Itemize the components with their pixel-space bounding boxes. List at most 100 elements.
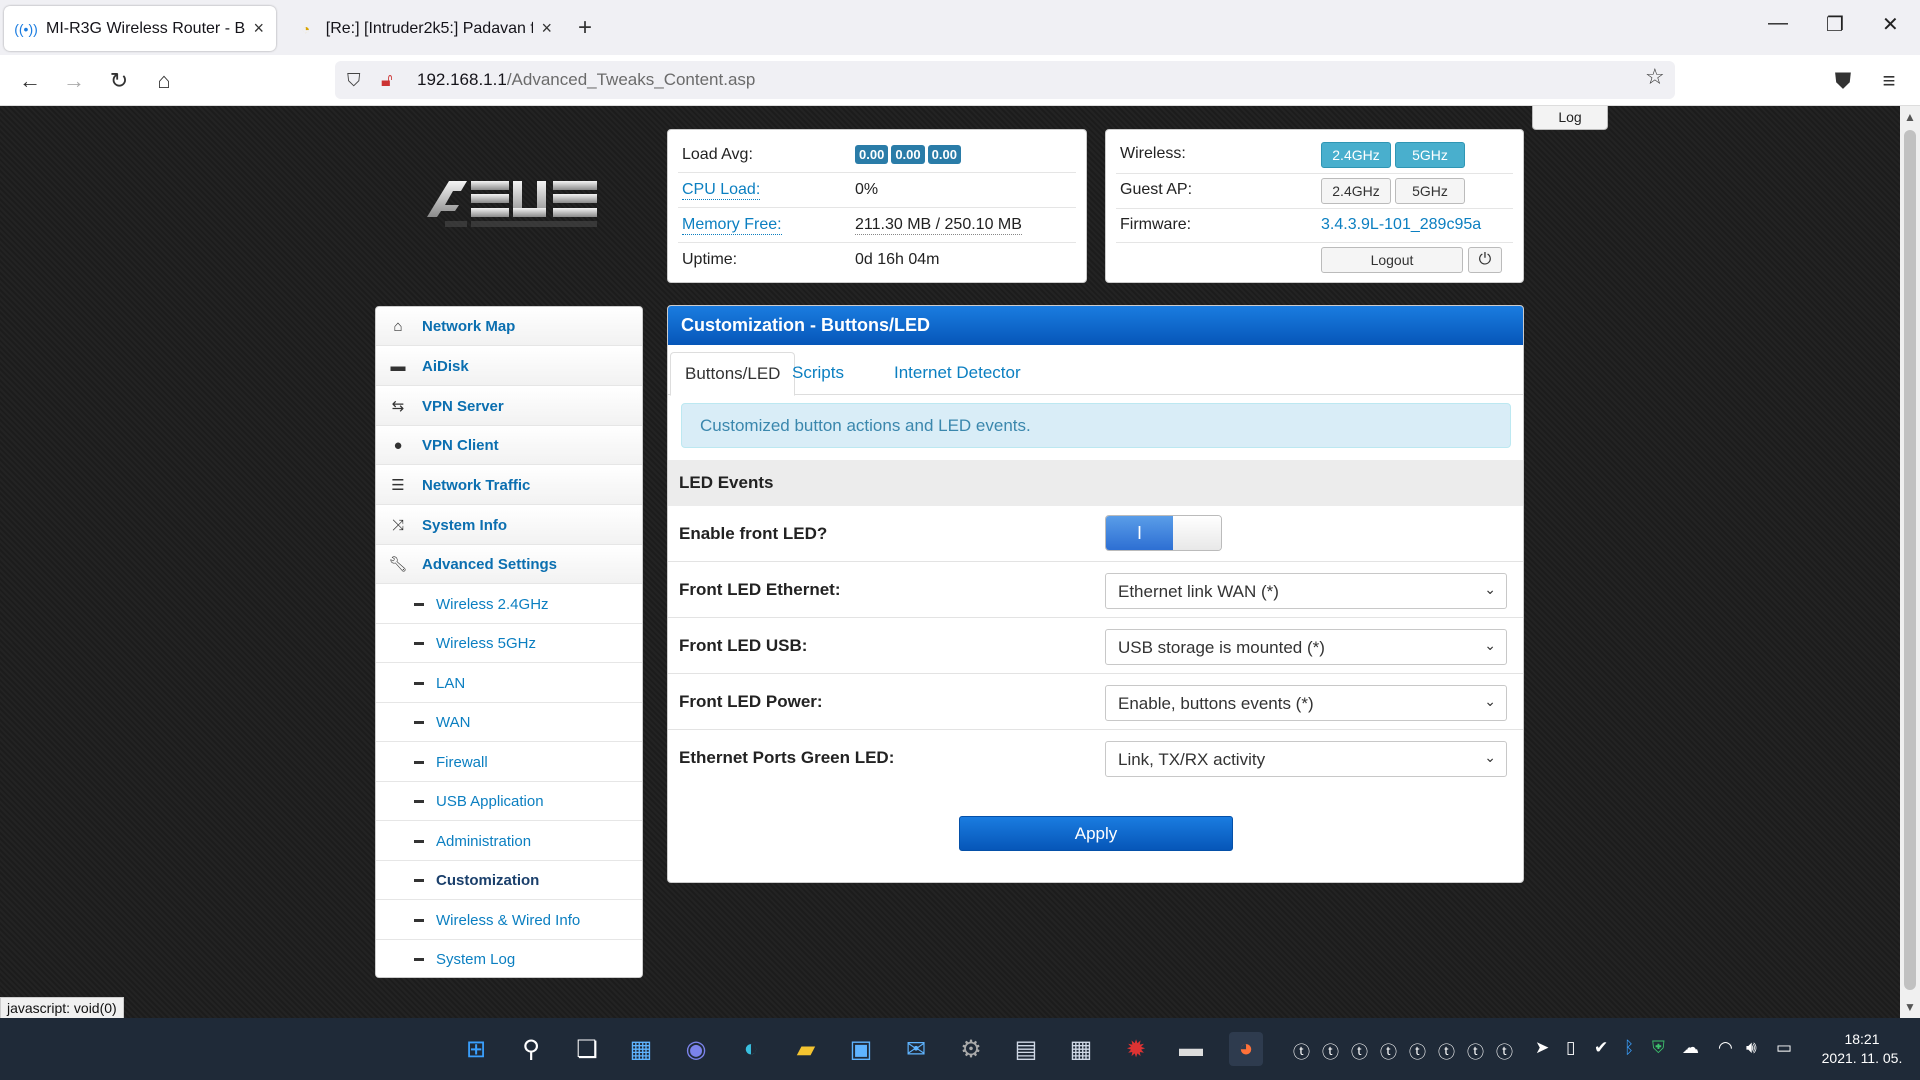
cpu-load-link[interactable]: CPU Load: bbox=[682, 181, 761, 200]
sidebar-subitem-system-log[interactable]: System Log bbox=[376, 940, 642, 977]
security-shield-icon[interactable]: ⛨ bbox=[1652, 1038, 1665, 1058]
tray-usb-icon[interactable]: ▯ bbox=[1566, 1038, 1575, 1058]
widgets-icon[interactable]: ▦ bbox=[624, 1032, 658, 1066]
reload-icon[interactable]: ↻ bbox=[103, 65, 135, 97]
paint-icon[interactable]: ▤ bbox=[1009, 1032, 1043, 1066]
shield-icon[interactable]: ⛉ bbox=[347, 70, 369, 91]
battery-icon[interactable]: ▭ bbox=[1776, 1038, 1792, 1058]
task-view-icon[interactable]: ❏ bbox=[570, 1032, 604, 1066]
front-led-toggle[interactable]: I bbox=[1105, 515, 1222, 551]
wireless-24ghz-button[interactable]: 2.4GHz bbox=[1321, 142, 1391, 168]
calculator-icon[interactable]: ▦ bbox=[1064, 1032, 1098, 1066]
home-icon[interactable]: ⌂ bbox=[148, 65, 180, 97]
scrollbar-thumb[interactable] bbox=[1904, 130, 1916, 990]
sidebar-subitem-wireless-wired-info[interactable]: Wireless & Wired Info bbox=[376, 901, 642, 940]
apply-button[interactable]: Apply bbox=[959, 816, 1233, 851]
logout-button[interactable]: Logout bbox=[1321, 247, 1463, 273]
bluetooth-icon[interactable]: ᛒ bbox=[1624, 1038, 1634, 1058]
store-icon[interactable]: ▣ bbox=[844, 1032, 878, 1066]
divider bbox=[678, 207, 1076, 208]
front-led-usb-select[interactable]: USB storage is mounted (*) ⌄ bbox=[1105, 629, 1507, 665]
sidebar-subitem-usb-application[interactable]: USB Application bbox=[376, 782, 642, 821]
ethernet-green-led-select[interactable]: Link, TX/RX activity ⌄ bbox=[1105, 741, 1507, 777]
settings-gear-icon[interactable]: ⚙ bbox=[954, 1032, 988, 1066]
chat-icon[interactable]: ◉ bbox=[679, 1032, 713, 1066]
clock[interactable]: 18:21 2021. 11. 05. bbox=[1812, 1030, 1912, 1068]
new-tab-button[interactable]: + bbox=[578, 14, 592, 42]
back-icon[interactable]: ← bbox=[14, 65, 46, 97]
tray-teams-icon[interactable]: ⓣ bbox=[1351, 1038, 1368, 1063]
sidebar-item-vpn-server[interactable]: ⇆ VPN Server bbox=[376, 387, 642, 426]
sidebar-item-aidisk[interactable]: ▬ AiDisk bbox=[376, 347, 642, 386]
memory-free-link[interactable]: Memory Free: bbox=[682, 216, 782, 235]
tray-teams-icon[interactable]: ⓣ bbox=[1438, 1038, 1455, 1063]
sidebar-subitem-customization[interactable]: Customization bbox=[376, 861, 642, 900]
onedrive-cloud-icon[interactable]: ☁ bbox=[1682, 1038, 1699, 1058]
menu-icon[interactable]: ≡ bbox=[1873, 65, 1905, 97]
tab-internet-detector[interactable]: Internet Detector bbox=[880, 352, 1035, 396]
sidebar-subitem-lan[interactable]: LAN bbox=[376, 664, 642, 703]
tab-scripts[interactable]: Scripts bbox=[778, 352, 858, 396]
pocket-icon[interactable]: ⛊ bbox=[1827, 65, 1859, 97]
tray-arrow-icon[interactable]: ➤ bbox=[1535, 1038, 1549, 1058]
file-explorer-icon[interactable]: ▰ bbox=[789, 1032, 823, 1066]
minimize-icon[interactable]: — bbox=[1768, 12, 1788, 35]
scroll-up-icon[interactable]: ▲ bbox=[1904, 110, 1916, 124]
tab-title: MI-R3G Wireless Router - Butto bbox=[46, 19, 246, 37]
power-icon[interactable]: ⏻ bbox=[1468, 247, 1502, 273]
scroll-down-icon[interactable]: ▼ bbox=[1904, 1000, 1916, 1014]
guest-24ghz-button[interactable]: 2.4GHz bbox=[1321, 178, 1391, 204]
sidebar-item-network-traffic[interactable]: ☰ Network Traffic bbox=[376, 466, 642, 505]
close-tab-icon[interactable]: × bbox=[253, 18, 264, 39]
memory-free-value: 211.30 MB / 250.10 MB bbox=[855, 216, 1022, 235]
forward-icon[interactable]: → bbox=[58, 65, 90, 97]
tray-teams-icon[interactable]: ⓣ bbox=[1467, 1038, 1484, 1063]
firefox-icon[interactable]: ◕ bbox=[1229, 1032, 1263, 1066]
tray-teams-icon[interactable]: ⓣ bbox=[1380, 1038, 1397, 1063]
url-bar[interactable]: ⛉ 🔓︎ 192.168.1.1/Advanced_Tweaks_Content… bbox=[335, 61, 1675, 99]
sidebar-item-vpn-client[interactable]: ● VPN Client bbox=[376, 426, 642, 465]
front-led-power-select[interactable]: Enable, buttons events (*) ⌄ bbox=[1105, 685, 1507, 721]
insecure-lock-icon[interactable]: 🔓︎ bbox=[381, 70, 403, 91]
sidebar-subitem-wireless-24[interactable]: Wireless 2.4GHz bbox=[376, 585, 642, 624]
sidebar-item-advanced-settings[interactable]: 🔧︎ Advanced Settings bbox=[376, 545, 642, 584]
load-avg-15: 0.00 bbox=[927, 145, 961, 164]
bookmark-star-icon[interactable]: ☆ bbox=[1645, 64, 1665, 90]
sidebar-subitem-administration[interactable]: Administration bbox=[376, 822, 642, 861]
clock-date: 2021. 11. 05. bbox=[1821, 1050, 1903, 1066]
tray-teams-icon[interactable]: ⓣ bbox=[1293, 1038, 1310, 1063]
tray-teams-icon[interactable]: ⓣ bbox=[1409, 1038, 1426, 1063]
list-icon: ☰ bbox=[391, 477, 405, 494]
wifi-icon[interactable]: ◠ bbox=[1718, 1038, 1733, 1058]
url-path: /Advanced_Tweaks_Content.asp bbox=[506, 70, 756, 89]
log-button[interactable]: Log bbox=[1532, 106, 1608, 130]
sidebar-item-network-map[interactable]: ⌂ Network Map bbox=[376, 307, 642, 346]
select-value: Ethernet link WAN (*) bbox=[1118, 582, 1279, 601]
restore-icon[interactable]: ❐ bbox=[1826, 12, 1844, 37]
sidebar-subitem-firewall[interactable]: Firewall bbox=[376, 743, 642, 782]
close-window-icon[interactable]: ✕ bbox=[1882, 12, 1899, 37]
tab-router[interactable]: ((•)) MI-R3G Wireless Router - Butto × bbox=[4, 6, 276, 51]
sidebar-subitem-wan[interactable]: WAN bbox=[376, 703, 642, 742]
ladybug-app-icon[interactable]: ✹ bbox=[1119, 1032, 1153, 1066]
tab-buttons-led[interactable]: Buttons/LED bbox=[670, 352, 796, 396]
terminal-icon[interactable]: ▬ bbox=[1174, 1032, 1208, 1066]
wireless-5ghz-button[interactable]: 5GHz bbox=[1395, 142, 1465, 168]
tray-teams-icon[interactable]: ⓣ bbox=[1322, 1038, 1339, 1063]
sidebar-subitem-wireless-5[interactable]: Wireless 5GHz bbox=[376, 624, 642, 663]
edge-icon[interactable]: ◐ bbox=[734, 1032, 768, 1066]
volume-icon[interactable]: 🔊︎ bbox=[1746, 1038, 1757, 1058]
tab-forum[interactable]: ◔ [Re:] [Intruder2k5:] Padavan firm × bbox=[284, 6, 564, 51]
wifi-favicon-icon: ((•)) bbox=[14, 20, 38, 37]
guest-5ghz-button[interactable]: 5GHz bbox=[1395, 178, 1465, 204]
search-icon[interactable]: ⚲ bbox=[514, 1032, 548, 1066]
windows-start-icon[interactable]: ⊞ bbox=[459, 1032, 493, 1066]
vertical-scrollbar[interactable]: ▲ ▼ bbox=[1900, 106, 1920, 1018]
sidebar-item-system-info[interactable]: ⤨ System Info bbox=[376, 506, 642, 545]
mail-icon[interactable]: ✉ bbox=[899, 1032, 933, 1066]
tray-check-icon[interactable]: ✔ bbox=[1594, 1038, 1608, 1058]
tray-teams-icon[interactable]: ⓣ bbox=[1496, 1038, 1513, 1063]
close-tab-icon[interactable]: × bbox=[541, 18, 552, 39]
front-led-ethernet-select[interactable]: Ethernet link WAN (*) ⌄ bbox=[1105, 573, 1507, 609]
firmware-link[interactable]: 3.4.3.9L-101_289c95a bbox=[1321, 216, 1481, 234]
